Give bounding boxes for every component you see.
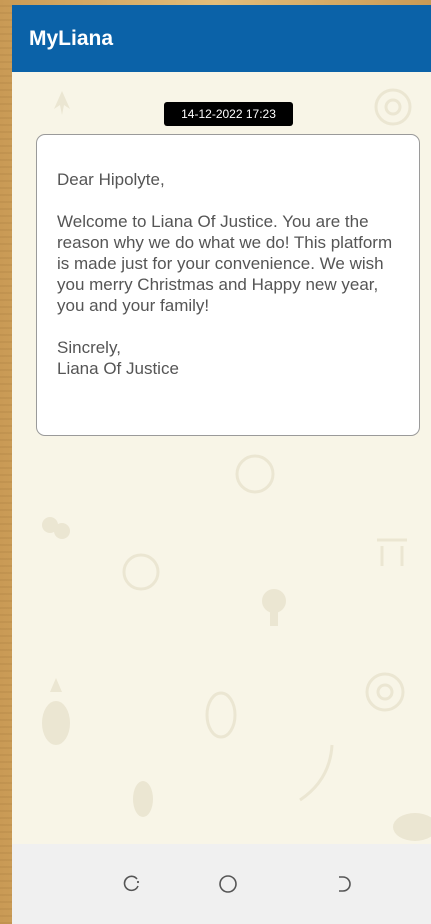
message-closing-line1: Sincrely, [57, 338, 121, 357]
back-button[interactable] [324, 868, 364, 900]
message-text: Dear Hipolyte, Welcome to Liana Of Justi… [57, 169, 397, 379]
home-button[interactable] [208, 868, 248, 900]
system-navigation-bar [12, 844, 431, 924]
home-icon [219, 875, 237, 893]
message-timestamp: 14-12-2022 17:23 [164, 102, 293, 126]
app-bar: MyLiana [12, 5, 431, 72]
recent-apps-button[interactable] [112, 868, 152, 900]
message-closing: Sincrely, Liana Of Justice [57, 337, 397, 379]
message-screen[interactable]: 14-12-2022 17:23 Dear Hipolyte, Welcome … [12, 72, 431, 844]
app-title: MyLiana [29, 26, 114, 50]
back-icon [339, 876, 351, 892]
recent-apps-icon [123, 875, 140, 892]
message-signature: Liana Of Justice [57, 359, 179, 378]
message-body: Welcome to Liana Of Justice. You are the… [57, 212, 393, 315]
message-card: Dear Hipolyte, Welcome to Liana Of Justi… [36, 134, 420, 436]
message-greeting: Dear Hipolyte, [57, 170, 165, 189]
phone-screen: MyLiana 14-12-2022 17:23 Dear Hipolyte, … [12, 5, 431, 924]
